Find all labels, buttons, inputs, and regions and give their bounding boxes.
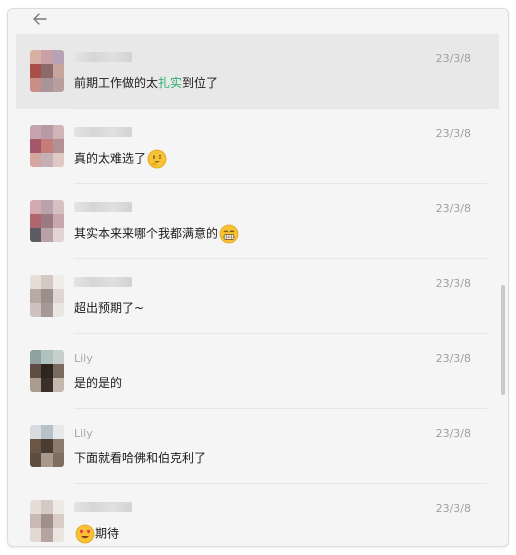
- message-body: 真的太难选了: [74, 151, 147, 166]
- message-body: 其实本来来哪个我都满意的: [74, 226, 219, 241]
- avatar[interactable]: [30, 200, 64, 242]
- scrollbar-thumb[interactable]: [501, 285, 505, 395]
- avatar[interactable]: [30, 425, 64, 467]
- comment-item[interactable]: 23/3/8 期待: [16, 484, 499, 546]
- avatar[interactable]: [30, 50, 64, 92]
- timestamp: 23/3/8: [435, 352, 471, 365]
- user-name-blurred: [74, 202, 132, 212]
- message-text: 其实本来来哪个我都满意的: [74, 224, 239, 244]
- timestamp: 23/3/8: [435, 202, 471, 215]
- top-bar: [8, 9, 508, 33]
- highlighted-keyword: 扎实: [158, 76, 183, 90]
- message-body: 超出预期了~: [74, 301, 145, 315]
- user-name-blurred: [74, 277, 132, 287]
- grinning-emoji-icon: [218, 224, 239, 244]
- heart-eyes-emoji-icon: [74, 524, 95, 544]
- timestamp: 23/3/8: [435, 52, 471, 65]
- comment-item[interactable]: 23/3/8 超出预期了~: [16, 259, 499, 334]
- message-text: 下面就看哈佛和伯克利了: [74, 449, 206, 466]
- message-text: 真的太难选了: [74, 149, 167, 169]
- message-text: 前期工作做的太扎实到位了: [74, 74, 218, 91]
- message-text: 是的是的: [74, 374, 122, 391]
- arrow-left-icon: [33, 13, 47, 25]
- message-text: 期待: [74, 524, 119, 544]
- user-name: Lily: [74, 352, 93, 365]
- timestamp: 23/3/8: [435, 427, 471, 440]
- message-text: 超出预期了~: [74, 299, 144, 316]
- thinking-emoji-icon: [146, 149, 167, 169]
- avatar[interactable]: [30, 350, 64, 392]
- comment-item[interactable]: Lily 23/3/8 是的是的: [16, 334, 499, 409]
- timestamp: 23/3/8: [435, 127, 471, 140]
- comment-item[interactable]: 23/3/8 其实本来来哪个我都满意的: [16, 184, 499, 259]
- avatar[interactable]: [30, 500, 64, 542]
- avatar[interactable]: [30, 275, 64, 317]
- user-name: Lily: [74, 427, 93, 440]
- back-button[interactable]: [30, 9, 50, 29]
- moments-comments-window: 23/3/8 前期工作做的太扎实到位了 23/3/8 真的太难选了 23/3/8 其实本来…: [7, 8, 509, 547]
- timestamp: 23/3/8: [435, 277, 471, 290]
- message-segment: 前期工作做的太: [74, 76, 159, 90]
- message-body: 期待: [95, 526, 120, 541]
- avatar[interactable]: [30, 125, 64, 167]
- message-body: 下面就看哈佛和伯克利了: [74, 451, 207, 465]
- user-name-blurred: [74, 502, 132, 512]
- user-name-blurred: [74, 127, 132, 137]
- timestamp: 23/3/8: [435, 502, 471, 515]
- user-name-blurred: [74, 52, 132, 62]
- message-body: 是的是的: [74, 376, 123, 390]
- message-segment: 到位了: [182, 76, 219, 90]
- comment-item[interactable]: Lily 23/3/8 下面就看哈佛和伯克利了: [16, 409, 499, 484]
- comment-item[interactable]: 23/3/8 真的太难选了: [16, 109, 499, 184]
- comment-item[interactable]: 23/3/8 前期工作做的太扎实到位了: [16, 34, 499, 109]
- comment-list: 23/3/8 前期工作做的太扎实到位了 23/3/8 真的太难选了 23/3/8 其实本来…: [16, 34, 499, 546]
